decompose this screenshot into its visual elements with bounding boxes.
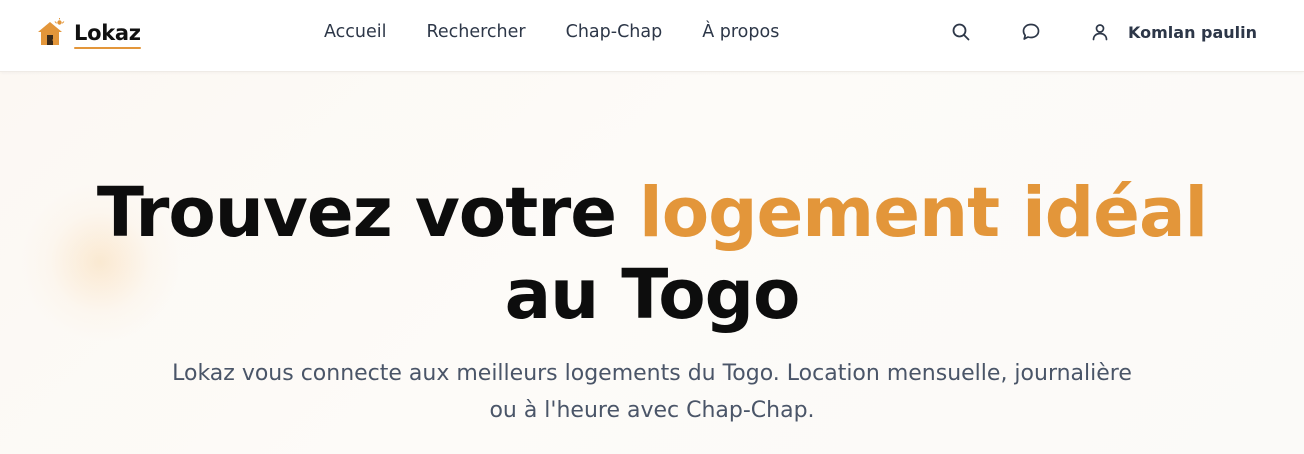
user-menu[interactable]: Komlan paulin: [1090, 20, 1257, 44]
brand-underline: [74, 47, 141, 49]
hero-section: Trouvez votre logement idéal au Togo Lok…: [0, 72, 1304, 454]
hero-title: Trouvez votre logement idéal au Togo: [0, 172, 1304, 336]
hero-title-accent: logement idéal: [639, 173, 1208, 253]
hero-title-part2: au Togo: [504, 255, 801, 335]
header-actions: Komlan paulin: [0, 20, 1304, 44]
user-icon: [1090, 22, 1110, 42]
hero-title-part1: Trouvez votre: [96, 173, 640, 253]
hero-subtitle: Lokaz vous connecte aux meilleurs logeme…: [0, 355, 1304, 429]
chat-bubble-icon[interactable]: [1019, 20, 1043, 44]
hero-subtitle-line1: Lokaz vous connecte aux meilleurs logeme…: [172, 361, 1132, 386]
hero-subtitle-line2: ou à l'heure avec Chap-Chap.: [489, 398, 815, 423]
search-icon[interactable]: [949, 20, 973, 44]
user-name: Komlan paulin: [1128, 22, 1258, 42]
site-header: Lokaz Accueil Rechercher Chap-Chap À pro…: [0, 0, 1304, 72]
